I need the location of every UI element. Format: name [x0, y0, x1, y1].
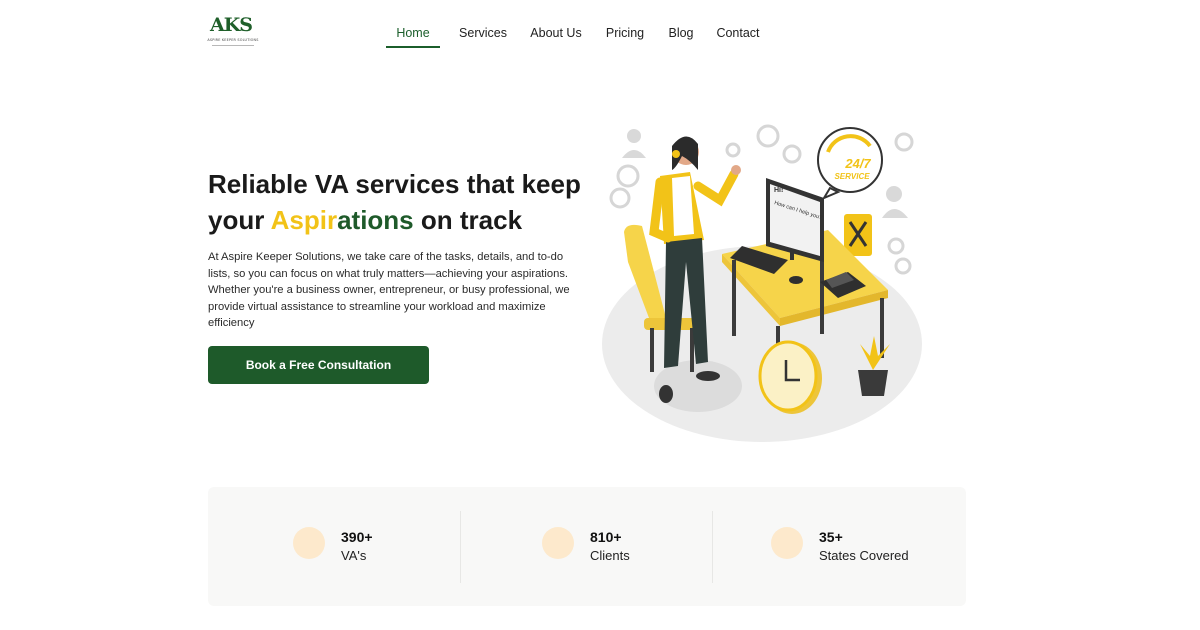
- brand-logo[interactable]: AKS ASPIRE KEEPER SOLUTIONS: [206, 14, 260, 50]
- stat-clients: 810+ Clients: [542, 487, 692, 606]
- hero-title-highlight-yellow: Aspir: [270, 205, 338, 235]
- stat-value: 810+: [590, 529, 622, 545]
- hero-title-post: on track: [413, 205, 523, 235]
- clock-icon: [758, 340, 822, 414]
- hero-illustration: 24/7 SERVICE Hi! How can I help you?: [602, 124, 922, 442]
- hero-title-pre: your: [208, 205, 271, 235]
- hero-title-line1: Reliable VA services that keep: [208, 169, 581, 199]
- stat-icon-circle: [293, 527, 325, 559]
- badge-service: SERVICE: [834, 172, 870, 181]
- stat-divider: [460, 511, 461, 583]
- stat-states: 35+ States Covered: [771, 487, 941, 606]
- stat-divider: [712, 511, 713, 583]
- nav-contact[interactable]: Contact: [713, 20, 763, 48]
- stat-icon-circle: [771, 527, 803, 559]
- stat-vas: 390+ VA's: [293, 487, 443, 606]
- hero-description: At Aspire Keeper Solutions, we take care…: [208, 251, 570, 329]
- service-badge: 24/7 SERVICE: [817, 127, 883, 201]
- nav-about-us[interactable]: About Us: [526, 20, 586, 48]
- nav-blog[interactable]: Blog: [664, 20, 698, 48]
- stat-value: 35+: [819, 529, 843, 545]
- stat-label: States Covered: [819, 548, 909, 563]
- stat-label: VA's: [341, 548, 367, 563]
- main-nav: Home Services About Us Pricing Blog Cont…: [386, 20, 763, 48]
- stats-band: 390+ VA's 810+ Clients 35+ States Covere…: [208, 487, 966, 606]
- hero-title-highlight-green: ations: [337, 205, 414, 235]
- stat-label: Clients: [590, 548, 630, 563]
- nav-home[interactable]: Home: [386, 20, 440, 48]
- nav-pricing[interactable]: Pricing: [601, 20, 649, 48]
- badge-24-7: 24/7: [844, 156, 871, 171]
- logo-mark-text: AKS: [210, 14, 253, 36]
- tools-icon: [844, 214, 872, 256]
- logo-tagline: ASPIRE KEEPER SOLUTIONS: [207, 38, 259, 42]
- nav-services[interactable]: Services: [455, 20, 511, 48]
- headset-icon: [672, 150, 680, 158]
- monitor-hi: Hi!: [774, 187, 783, 194]
- site-header: AKS ASPIRE KEEPER SOLUTIONS Home Service…: [0, 0, 1200, 60]
- mouse: [789, 276, 803, 284]
- logo-divider: [212, 45, 254, 46]
- logo-mark: AKS: [210, 14, 253, 36]
- stat-icon-circle: [542, 527, 574, 559]
- book-consultation-button[interactable]: Book a Free Consultation: [208, 346, 429, 384]
- stat-value: 390+: [341, 529, 373, 545]
- hero-title: Reliable VA services that keep your Aspi…: [208, 166, 628, 238]
